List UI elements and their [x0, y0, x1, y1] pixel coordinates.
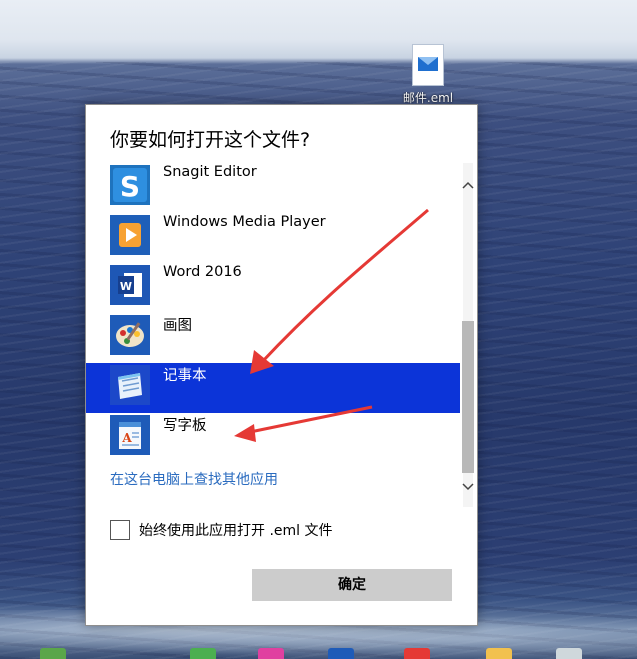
app-item-notepad[interactable]: 记事本: [86, 363, 460, 413]
paint-icon: [110, 315, 150, 355]
taskbar-app-icon[interactable]: [556, 648, 582, 659]
media-player-icon: [110, 215, 150, 255]
taskbar-app-icon[interactable]: [258, 648, 284, 659]
app-item-wordpad[interactable]: A 写字板: [86, 413, 460, 463]
snagit-icon: S: [110, 165, 150, 205]
scroll-thumb[interactable]: [462, 321, 474, 473]
ok-button[interactable]: 确定: [252, 569, 452, 601]
dialog-title: 你要如何打开这个文件?: [110, 129, 311, 151]
taskbar-peek: [0, 644, 637, 659]
chevron-down-icon[interactable]: [460, 477, 476, 497]
app-name: 画图: [163, 318, 192, 334]
svg-text:W: W: [120, 280, 132, 293]
always-use-checkbox[interactable]: [110, 520, 130, 540]
find-more-apps-link[interactable]: 在这台电脑上查找其他应用: [110, 469, 278, 489]
desktop-file-icon[interactable]: 邮件.eml: [398, 44, 458, 108]
app-list-scrollbar[interactable]: [460, 163, 476, 507]
app-name: 写字板: [163, 418, 207, 434]
desktop-file-label: 邮件.eml: [402, 92, 454, 104]
taskbar-app-icon[interactable]: [404, 648, 430, 659]
taskbar-app-icon[interactable]: [40, 648, 66, 659]
word-icon: W: [110, 265, 150, 305]
email-file-icon: [412, 44, 444, 86]
app-name: Word 2016: [163, 264, 242, 280]
app-item-paint[interactable]: 画图: [86, 313, 460, 363]
app-item-word[interactable]: W Word 2016: [86, 263, 460, 313]
chevron-up-icon[interactable]: [460, 175, 476, 195]
always-use-label: 始终使用此应用打开 .eml 文件: [139, 523, 333, 539]
notepad-icon: [110, 365, 150, 405]
taskbar-app-icon[interactable]: [328, 648, 354, 659]
open-with-dialog: 你要如何打开这个文件? S Snagit Editor Windows Medi: [85, 104, 478, 626]
app-list: S Snagit Editor Windows Media Player W W…: [86, 163, 477, 463]
svg-text:S: S: [120, 170, 140, 203]
app-name: Windows Media Player: [163, 214, 326, 230]
app-item-media-player[interactable]: Windows Media Player: [86, 213, 460, 263]
taskbar-app-icon[interactable]: [190, 648, 216, 659]
wordpad-icon: A: [110, 415, 150, 455]
svg-text:A: A: [121, 431, 132, 445]
app-item-snagit[interactable]: S Snagit Editor: [86, 163, 460, 213]
app-name: Snagit Editor: [163, 164, 257, 180]
taskbar-app-icon[interactable]: [486, 648, 512, 659]
app-name: 记事本: [163, 368, 207, 384]
